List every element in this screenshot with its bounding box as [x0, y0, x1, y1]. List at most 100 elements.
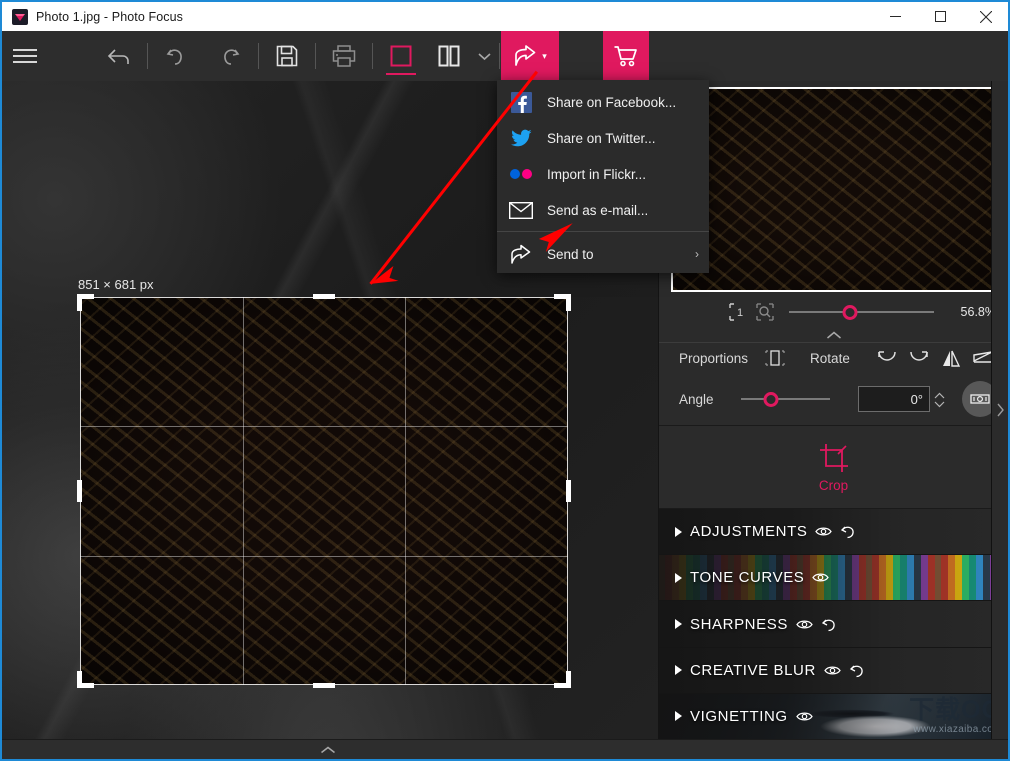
crop-handle-bottom-right-v[interactable] [566, 671, 571, 688]
panel-collapse-button[interactable] [659, 328, 1008, 343]
flip-horizontal-icon[interactable] [940, 349, 962, 368]
angle-value: 0° [910, 391, 923, 407]
share-button[interactable]: ▾ [501, 31, 559, 81]
maximize-button[interactable] [918, 2, 963, 31]
zoom-slider[interactable] [789, 304, 934, 320]
crop-selection[interactable] [77, 294, 571, 688]
cart-button[interactable] [603, 31, 649, 81]
eye-icon [815, 527, 833, 536]
angle-slider-knob[interactable] [763, 391, 779, 407]
crop-dimensions-label: 851 × 681 px [78, 277, 154, 292]
submenu-arrow-icon: › [695, 247, 699, 261]
split-view-button[interactable] [428, 31, 470, 81]
main-toolbar: ▾ [2, 31, 1008, 81]
zoom-slider-knob[interactable] [842, 304, 858, 320]
close-button[interactable] [963, 2, 1008, 31]
print-button[interactable] [317, 31, 371, 81]
fit-to-screen-icon[interactable]: 1 [729, 303, 749, 321]
toolbar-separator [147, 43, 148, 69]
menu-item-label: Send to [547, 246, 594, 262]
menu-item-send-to[interactable]: Send to › [497, 235, 709, 273]
zoom-slider-track [789, 311, 934, 313]
menu-item-share-twitter[interactable]: Share on Twitter... [497, 120, 709, 156]
zoom-value-label: 56.8% [960, 305, 996, 319]
window-title: Photo 1.jpg - Photo Focus [36, 9, 184, 24]
magnifier-icon[interactable] [755, 303, 775, 321]
section-sharpness[interactable]: SHARPNESS [659, 601, 1008, 648]
crop-handle-bottom-left-v[interactable] [77, 671, 82, 688]
back-button[interactable] [92, 31, 146, 81]
section-label: ADJUSTMENTS [690, 523, 808, 541]
app-logo-icon [12, 8, 28, 25]
svg-text:1: 1 [737, 307, 743, 319]
adjustment-sections: ADJUSTMENTS TONE CURVES SHARPNESS CREATI… [659, 509, 1008, 739]
crop-handle-right-middle[interactable] [566, 480, 571, 502]
menu-item-send-email[interactable]: Send as e-mail... [497, 192, 709, 228]
panel-expand-flap[interactable] [991, 81, 1008, 739]
expand-triangle-icon [675, 665, 682, 676]
crop-handle-top-left-v[interactable] [77, 294, 82, 311]
zoom-control-row: 1 56.8% [659, 296, 1008, 328]
expand-triangle-icon [675, 619, 682, 629]
proportions-row: Proportions Rotate [659, 343, 1008, 373]
share-caret-icon: ▾ [542, 50, 547, 61]
angle-input[interactable]: 0° [858, 386, 945, 412]
single-view-button[interactable] [374, 31, 428, 81]
angle-slider-track [741, 398, 830, 400]
angle-label: Angle [679, 391, 714, 407]
bottom-expand-button[interactable] [320, 741, 336, 759]
chevron-up-icon [826, 331, 841, 339]
preview-container [659, 81, 1008, 296]
editing-panel: 1 56.8% Proportions Rotate Angle 0° Crop… [658, 81, 1008, 739]
rotate-label: Rotate [810, 350, 850, 366]
application-window: Photo 1.jpg - Photo Focus ▾ 851 × 681 px… [0, 0, 1010, 761]
hamburger-icon [13, 49, 37, 63]
angle-slider[interactable] [741, 391, 830, 407]
toolbar-separator [372, 43, 373, 69]
crop-handle-bottom-center[interactable] [313, 683, 335, 688]
section-label: CREATIVE BLUR [690, 661, 816, 679]
save-disk-icon [276, 45, 298, 67]
save-button[interactable] [260, 31, 314, 81]
toolbar-separator [315, 43, 316, 69]
section-vignetting[interactable]: VIGNETTING 下载OO www.xiazaiba.com [659, 693, 1008, 739]
single-view-icon [390, 45, 412, 67]
minimize-button[interactable] [873, 2, 918, 31]
toolbar-separator [499, 43, 500, 69]
facebook-icon [509, 91, 533, 113]
angle-spinner[interactable] [934, 387, 945, 413]
toolbar-separator [258, 43, 259, 69]
section-adjustments[interactable]: ADJUSTMENTS [659, 509, 1008, 556]
share-icon [515, 45, 536, 66]
crop-handle-left-middle[interactable] [77, 480, 82, 502]
back-arrow-icon [107, 49, 129, 64]
crop-handle-top-center[interactable] [313, 294, 335, 299]
twitter-icon [509, 129, 533, 147]
split-view-icon [438, 45, 460, 67]
menu-item-label: Send as e-mail... [547, 202, 649, 218]
view-dropdown-button[interactable] [470, 31, 498, 81]
proportions-icon[interactable] [764, 349, 786, 367]
share-icon [509, 244, 533, 265]
crop-handle-top-right-v[interactable] [566, 294, 571, 311]
menu-item-label: Share on Facebook... [547, 94, 677, 110]
section-label: VIGNETTING [690, 707, 788, 725]
eye-icon [796, 620, 813, 628]
rotate-left-icon[interactable] [876, 349, 898, 368]
menu-separator [497, 231, 709, 232]
redo-button[interactable] [203, 31, 257, 81]
hamburger-menu-button[interactable] [2, 31, 48, 81]
section-tone-curves[interactable]: TONE CURVES [659, 555, 1008, 602]
chevron-right-icon [996, 403, 1004, 417]
active-indicator [386, 73, 416, 75]
section-creative-blur[interactable]: CREATIVE BLUR [659, 647, 1008, 694]
menu-item-share-facebook[interactable]: Share on Facebook... [497, 84, 709, 120]
crop-tool-button[interactable]: Crop [659, 425, 1008, 509]
chevron-down-icon [477, 52, 491, 60]
rotate-right-icon[interactable] [908, 349, 930, 368]
eye-icon [824, 666, 841, 675]
bottom-bar [2, 739, 1008, 759]
reset-icon [849, 665, 863, 677]
menu-item-import-flickr[interactable]: Import in Flickr... [497, 156, 709, 192]
undo-button[interactable] [149, 31, 203, 81]
